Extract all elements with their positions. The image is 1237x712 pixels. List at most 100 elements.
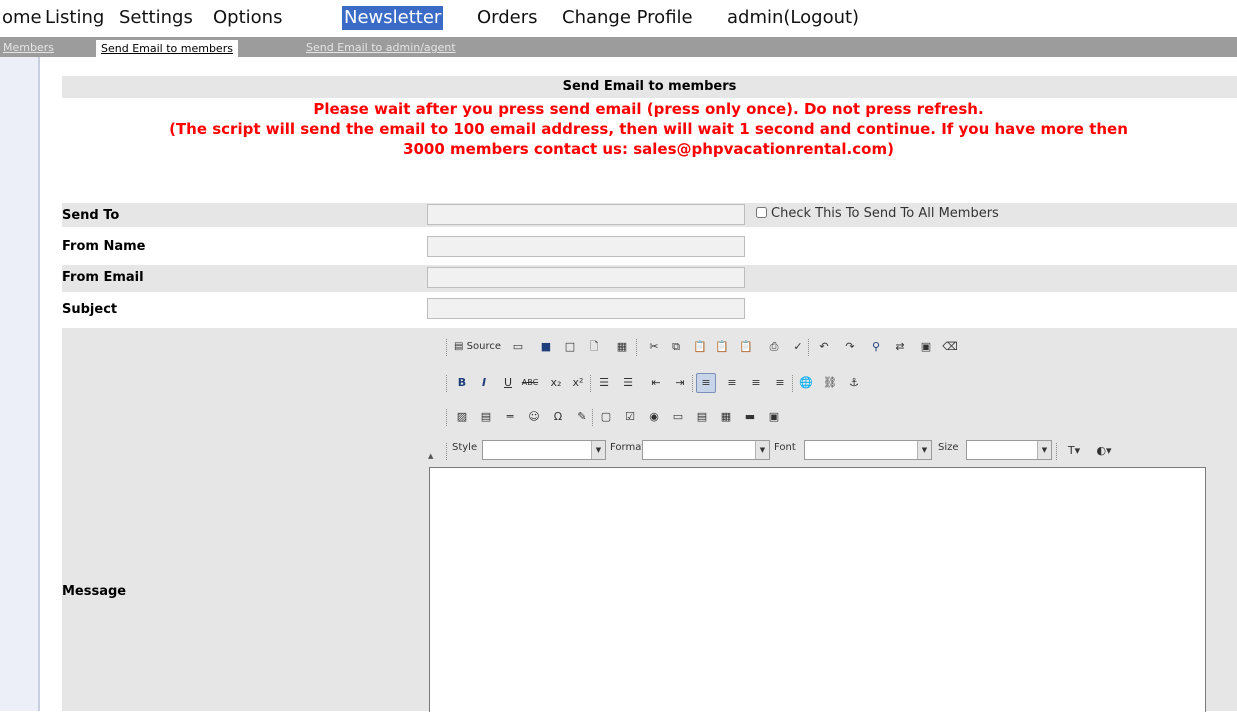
superscript-icon[interactable]: x²: [568, 373, 588, 393]
select-all-icon[interactable]: ▣: [916, 337, 936, 357]
save-icon[interactable]: ▭: [508, 337, 528, 357]
numbered-list-icon[interactable]: ☰: [594, 373, 614, 393]
link-icon[interactable]: 🌐: [796, 373, 816, 393]
editor-toolbar-row-2: B I U ABC x₂ x² ☰ ☰ ⇤ ⇥ ≡ ≡ ≡ ≡ 🌐 ⛓ ⚓: [446, 372, 1236, 396]
send-all-checkbox[interactable]: [756, 207, 767, 218]
nav-listing[interactable]: Listing: [43, 6, 106, 30]
replace-icon[interactable]: ⇄: [890, 337, 910, 357]
undo-icon[interactable]: ↶: [814, 337, 834, 357]
text-field-icon[interactable]: ▭: [668, 407, 688, 427]
from-name-input[interactable]: [427, 236, 745, 257]
text-color-icon[interactable]: T▾: [1060, 441, 1088, 461]
source-button[interactable]: ▤ Source: [451, 337, 504, 357]
warning-message: Please wait after you press send email (…: [313, 100, 984, 118]
preview-icon[interactable]: 🗋: [584, 337, 604, 357]
floppy-icon[interactable]: ■: [536, 337, 556, 357]
subscript-icon[interactable]: x₂: [546, 373, 566, 393]
send-to-input[interactable]: [427, 204, 745, 225]
tab-send-email-admin-agent[interactable]: Send Email to admin/agent: [306, 39, 456, 56]
button-field-icon[interactable]: ▬: [740, 407, 760, 427]
redo-icon[interactable]: ↷: [840, 337, 860, 357]
align-right-icon[interactable]: ≡: [746, 373, 766, 393]
toolbar-separator: [446, 409, 449, 426]
send-all-checkbox-label[interactable]: Check This To Send To All Members: [756, 206, 999, 221]
subject-input[interactable]: [427, 298, 745, 319]
cut-icon[interactable]: ✂: [644, 337, 664, 357]
toolbar-separator: [792, 375, 795, 392]
indent-icon[interactable]: ⇥: [670, 373, 690, 393]
textarea-icon[interactable]: ▤: [692, 407, 712, 427]
page-break-icon[interactable]: ✎: [572, 407, 592, 427]
message-editor-area[interactable]: [429, 467, 1206, 712]
eraser-icon[interactable]: ⌫: [940, 337, 960, 357]
find-icon[interactable]: ⚲: [866, 337, 886, 357]
toolbar-separator: [1056, 443, 1059, 460]
image-button-icon[interactable]: ▣: [764, 407, 784, 427]
copy-icon[interactable]: ⧉: [666, 337, 686, 357]
justify-icon[interactable]: ≡: [770, 373, 790, 393]
collapse-toolbar-icon[interactable]: ▲: [428, 452, 433, 460]
paste-text-icon[interactable]: 📋: [712, 337, 732, 357]
chevron-down-icon: ▼: [755, 441, 769, 459]
underline-icon[interactable]: U: [498, 373, 518, 393]
send-to-label: Send To: [62, 208, 120, 223]
top-navigation: ome Listing Settings Options Newsletter …: [0, 0, 1237, 36]
nav-orders[interactable]: Orders: [475, 6, 540, 30]
format-label: Format: [610, 442, 646, 453]
send-to-row: Send To Check This To Send To All Member…: [62, 203, 1237, 227]
size-label: Size: [938, 442, 959, 453]
toolbar-separator: [446, 375, 449, 392]
nav-home[interactable]: ome: [0, 6, 44, 30]
notice-line-1: (The script will send the email to 100 e…: [169, 120, 1128, 138]
spellcheck-icon[interactable]: ✓: [788, 337, 808, 357]
unlink-icon[interactable]: ⛓: [820, 373, 840, 393]
templates-icon[interactable]: ▦: [612, 337, 632, 357]
format-dropdown[interactable]: ▼: [642, 440, 770, 460]
message-row: Message ▤ Source ▭ ■ □ 🗋 ▦ ✂ ⧉ 📋 📋 📋 ⎙ ✓…: [62, 328, 1237, 712]
background-color-icon[interactable]: ◐▾: [1090, 441, 1118, 461]
bullet-list-icon[interactable]: ☰: [618, 373, 638, 393]
bold-icon[interactable]: B: [452, 373, 472, 393]
toolbar-separator: [592, 409, 595, 426]
rich-text-editor: ▤ Source ▭ ■ □ 🗋 ▦ ✂ ⧉ 📋 📋 📋 ⎙ ✓ ↶ ↷ ⚲ ⇄…: [424, 328, 1237, 712]
special-char-icon[interactable]: Ω: [548, 407, 568, 427]
horizontal-rule-icon[interactable]: ═: [500, 407, 520, 427]
print-icon[interactable]: ⎙: [764, 337, 784, 357]
paste-word-icon[interactable]: 📋: [736, 337, 756, 357]
nav-settings[interactable]: Settings: [117, 6, 195, 30]
send-all-text: Check This To Send To All Members: [771, 206, 999, 221]
anchor-icon[interactable]: ⚓: [844, 373, 864, 393]
tab-members[interactable]: Members: [3, 39, 54, 56]
left-gutter: [0, 57, 38, 711]
style-dropdown[interactable]: ▼: [482, 440, 606, 460]
smiley-icon[interactable]: ☺: [524, 407, 544, 427]
page-title: Send Email to members: [62, 76, 1237, 98]
nav-newsletter[interactable]: Newsletter: [342, 6, 444, 30]
size-dropdown[interactable]: ▼: [966, 440, 1052, 460]
font-dropdown[interactable]: ▼: [804, 440, 932, 460]
new-page-icon[interactable]: □: [560, 337, 580, 357]
from-email-input[interactable]: [427, 267, 745, 288]
nav-options[interactable]: Options: [211, 6, 284, 30]
image-icon[interactable]: ▨: [452, 407, 472, 427]
table-icon[interactable]: ▤: [476, 407, 496, 427]
nav-change-profile[interactable]: Change Profile: [560, 6, 695, 30]
form-icon[interactable]: ▢: [596, 407, 616, 427]
strikethrough-icon[interactable]: ABC: [520, 373, 540, 393]
align-center-icon[interactable]: ≡: [722, 373, 742, 393]
nav-admin-logout[interactable]: admin(Logout): [725, 6, 861, 30]
paste-icon[interactable]: 📋: [690, 337, 710, 357]
checkbox-icon[interactable]: ☑: [620, 407, 640, 427]
from-name-row: From Name: [62, 235, 1237, 259]
align-left-icon[interactable]: ≡: [696, 373, 716, 393]
editor-toolbar-row-1: ▤ Source ▭ ■ □ 🗋 ▦ ✂ ⧉ 📋 📋 📋 ⎙ ✓ ↶ ↷ ⚲ ⇄…: [446, 336, 1236, 360]
subject-row: Subject: [62, 296, 1237, 324]
radio-icon[interactable]: ◉: [644, 407, 664, 427]
select-field-icon[interactable]: ▦: [716, 407, 736, 427]
italic-icon[interactable]: I: [474, 373, 494, 393]
outdent-icon[interactable]: ⇤: [646, 373, 666, 393]
chevron-down-icon: ▼: [1037, 441, 1051, 459]
from-email-row: From Email: [62, 265, 1237, 292]
editor-toolbar-row-3: ▨ ▤ ═ ☺ Ω ✎ ▢ ☑ ◉ ▭ ▤ ▦ ▬ ▣: [446, 406, 1236, 430]
tab-send-email-members[interactable]: Send Email to members: [96, 40, 238, 57]
